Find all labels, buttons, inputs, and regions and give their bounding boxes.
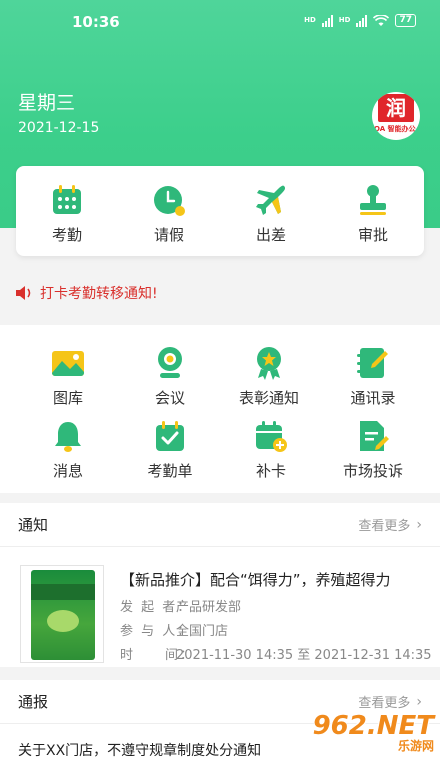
notice-time: 时 间：2021-11-30 14:35 至 2021-12-31 14:35 (120, 648, 432, 663)
signal-icon (321, 14, 333, 27)
notices-section: 通知 查看更多 › 【新品推介】配合“饵得力”，养殖超得力 发 起 者：产品研发… (0, 503, 440, 667)
status-bar: 10:36 HD HD 77 (0, 0, 440, 44)
app-commendation[interactable]: 表彰通知 (214, 345, 324, 408)
quick-action-leave[interactable]: 请假 (118, 166, 220, 256)
wifi-icon (373, 14, 390, 26)
quick-action-label: 审批 (357, 226, 388, 244)
app-contacts[interactable]: 通讯录 (318, 345, 428, 408)
status-icons: HD HD 77 (304, 14, 416, 27)
hd-icon: HD (338, 16, 351, 24)
signal-icon (356, 14, 368, 27)
quick-action-label: 出差 (255, 226, 286, 244)
notice-title: 【新品推介】配合“饵得力”，养殖超得力 (120, 571, 391, 589)
status-time: 10:36 (72, 13, 120, 31)
quick-action-attendance[interactable]: 考勤 (16, 166, 118, 256)
quick-action-label: 请假 (153, 226, 184, 244)
view-more-link[interactable]: 查看更多 › (358, 515, 422, 535)
apps-grid: 图库 会议 表彰通知 通讯录 消息 考勤单 补卡 市场投诉 (0, 325, 440, 493)
app-messages[interactable]: 消息 (13, 418, 123, 481)
date-label: 2021-12-15 (18, 120, 100, 136)
weekday-label: 星期三 (18, 92, 76, 114)
app-label: 会议 (154, 389, 185, 407)
app-card-reissue[interactable]: 补卡 (216, 418, 326, 481)
section-title: 通知 (18, 516, 49, 534)
company-logo: 润 OA 智能办公 (372, 92, 420, 140)
speaker-icon (16, 286, 31, 300)
notice-participants: 参 与 人：全国门店 (120, 624, 229, 639)
complaint-icon (360, 421, 389, 451)
view-more-link[interactable]: 查看更多 › (358, 692, 422, 712)
calendar-add-icon (256, 421, 287, 452)
quick-actions-card: 考勤 请假 出差 审批 (16, 166, 424, 256)
airplane-icon (256, 185, 286, 215)
app-meeting[interactable]: 会议 (115, 345, 225, 408)
app-label: 补卡 (255, 462, 286, 480)
webcam-icon (158, 347, 182, 378)
product-thumbnail (20, 565, 104, 663)
stamp-icon (360, 185, 386, 215)
clock-icon (154, 186, 185, 216)
app-label: 消息 (52, 462, 83, 480)
section-title: 通报 (18, 693, 49, 711)
notice-bar[interactable]: 打卡考勤转移通知! (0, 270, 440, 316)
feed-bag-image (31, 570, 95, 660)
battery-icon: 77 (395, 14, 416, 27)
award-icon (257, 347, 281, 380)
app-label: 市场投诉 (342, 462, 403, 480)
quick-action-approval[interactable]: 审批 (322, 166, 424, 256)
app-label: 考勤单 (147, 462, 193, 480)
app-label: 通讯录 (350, 389, 396, 407)
app-gallery[interactable]: 图库 (13, 345, 123, 408)
chevron-right-icon: › (416, 516, 422, 533)
site-watermark: 962.NET 乐游网 (312, 711, 434, 753)
notice-item[interactable]: 【新品推介】配合“饵得力”，养殖超得力 发 起 者：产品研发部 参 与 人：全国… (0, 559, 440, 667)
report-item[interactable]: 关于XX门店，不遵守规章制度处分通知 (18, 740, 261, 760)
notices-header: 通知 查看更多 › (0, 503, 440, 547)
notice-text: 打卡考勤转移通知! (40, 286, 158, 302)
app-label: 图库 (52, 389, 83, 407)
hd-icon: HD (304, 16, 316, 24)
app-market-complaint[interactable]: 市场投诉 (318, 418, 428, 481)
quick-action-label: 考勤 (51, 226, 82, 244)
calendar-icon (53, 185, 81, 214)
notice-sponsor: 发 起 者：产品研发部 (120, 600, 242, 615)
quick-action-business-trip[interactable]: 出差 (220, 166, 322, 256)
gallery-icon (52, 351, 84, 376)
app-attendance-sheet[interactable]: 考勤单 (115, 418, 225, 481)
bell-icon (55, 422, 81, 452)
chevron-right-icon: › (416, 693, 422, 710)
attendance-sheet-icon (156, 421, 184, 451)
app-label: 表彰通知 (238, 389, 299, 407)
contacts-icon (357, 348, 388, 378)
